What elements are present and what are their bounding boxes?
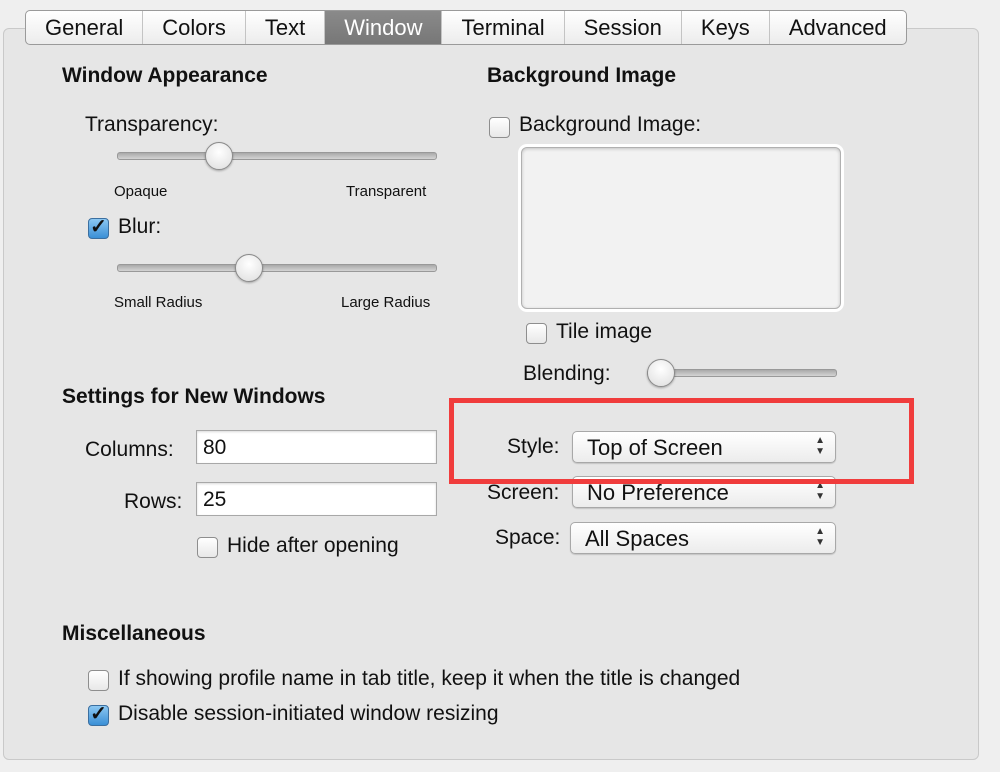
disable-resizing-checkbox[interactable]: ✓: [88, 704, 109, 726]
tab-keys[interactable]: Keys: [682, 11, 770, 44]
blur-checkbox[interactable]: ✓: [88, 217, 109, 239]
rows-label: Rows:: [124, 490, 183, 513]
disable-resizing-label: Disable session-initiated window resizin…: [118, 702, 499, 725]
tab-text[interactable]: Text: [246, 11, 326, 44]
tab-advanced[interactable]: Advanced: [770, 11, 906, 44]
opaque-label: Opaque: [114, 183, 168, 200]
space-label: Space:: [495, 526, 561, 549]
columns-input[interactable]: 80: [196, 430, 437, 464]
hide-after-opening-label: Hide after opening: [227, 534, 399, 557]
up-down-arrows-icon: ▲ ▼: [815, 526, 825, 548]
tile-image-label: Tile image: [556, 320, 653, 343]
blending-label: Blending:: [523, 362, 611, 385]
background-image-heading: Background Image: [487, 64, 677, 87]
transparency-slider-knob[interactable]: [205, 142, 234, 170]
small-radius-label: Small Radius: [114, 294, 203, 311]
highlight-box: [449, 398, 914, 484]
blur-slider[interactable]: [117, 264, 437, 272]
space-value: All Spaces: [585, 526, 689, 551]
hide-after-opening-checkbox[interactable]: [197, 537, 218, 558]
tile-image-checkbox[interactable]: [526, 323, 547, 344]
window-appearance-heading: Window Appearance: [62, 64, 268, 87]
blur-label: Blur:: [118, 215, 162, 238]
miscellaneous-heading: Miscellaneous: [62, 622, 206, 645]
transparency-slider[interactable]: [117, 152, 437, 160]
blending-slider[interactable]: [647, 369, 837, 377]
background-image-checkbox[interactable]: [489, 117, 510, 138]
blending-slider-knob[interactable]: [647, 359, 675, 387]
tab-colors[interactable]: Colors: [143, 11, 246, 44]
blur-slider-knob[interactable]: [234, 254, 263, 282]
screen-label: Screen:: [487, 481, 560, 504]
background-image-well[interactable]: [521, 147, 841, 309]
tab-bar: General Colors Text Window Terminal Sess…: [25, 10, 907, 45]
large-radius-label: Large Radius: [341, 294, 431, 311]
space-popup[interactable]: All Spaces ▲ ▼: [570, 522, 836, 554]
keep-profile-name-label: If showing profile name in tab title, ke…: [118, 667, 741, 690]
keep-profile-name-checkbox[interactable]: [88, 670, 109, 691]
columns-label: Columns:: [85, 438, 174, 461]
new-windows-heading: Settings for New Windows: [62, 385, 326, 408]
tab-session[interactable]: Session: [565, 11, 682, 44]
transparent-label: Transparent: [346, 183, 427, 200]
background-image-label: Background Image:: [519, 113, 702, 136]
tab-terminal[interactable]: Terminal: [442, 11, 565, 44]
tab-general[interactable]: General: [26, 11, 144, 44]
rows-input[interactable]: 25: [196, 482, 437, 516]
tab-window[interactable]: Window: [325, 11, 443, 44]
transparency-label: Transparency:: [85, 113, 219, 136]
